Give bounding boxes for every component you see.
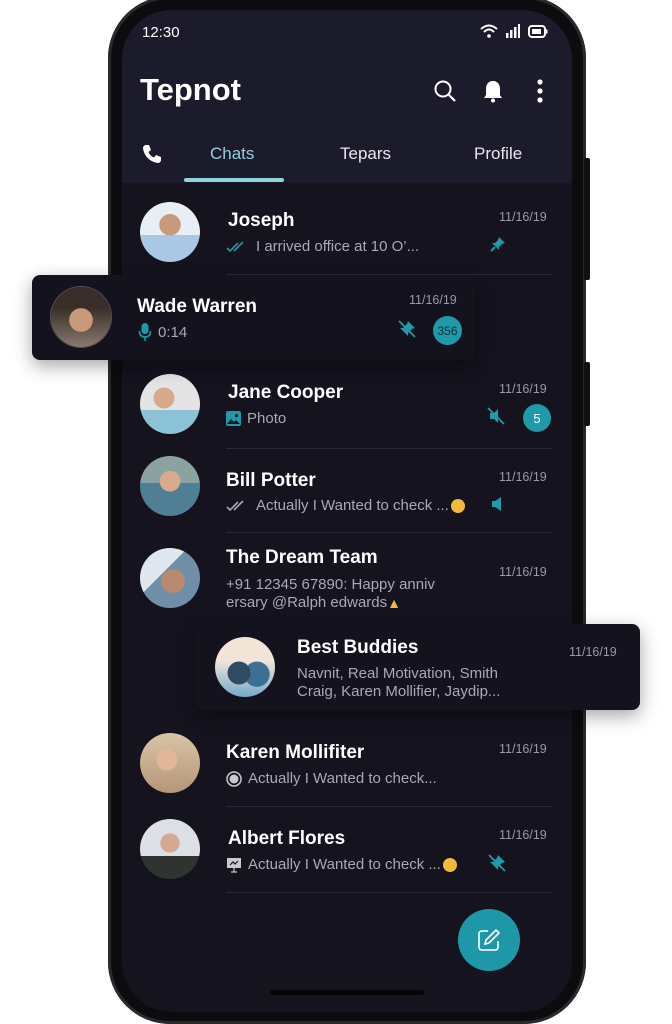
chat-row-joseph[interactable]: Joseph I arrived office at 10 O’... 11/1… <box>122 190 572 276</box>
search-icon <box>434 80 456 102</box>
chat-date: 11/16/19 <box>499 828 547 842</box>
chat-preview: Actually I Wanted to check ... <box>226 497 465 514</box>
chat-message: Actually I Wanted to check... <box>248 770 437 787</box>
chat-preview: 0:14 <box>138 322 187 342</box>
chat-message: Actually I Wanted to check ... <box>256 497 449 514</box>
chat-date: 11/16/19 <box>499 742 547 756</box>
side-button-volume <box>584 158 590 280</box>
image-icon <box>226 411 241 426</box>
chat-date: 11/16/19 <box>499 470 547 484</box>
mute-icon <box>487 407 505 425</box>
signal-icon <box>506 24 520 38</box>
unpin-icon <box>398 320 416 338</box>
speaker-icon <box>492 497 501 511</box>
thumbs-up-emoji: ▲ <box>387 594 401 611</box>
chat-preview: Photo <box>226 410 286 427</box>
active-tab-indicator <box>184 178 284 182</box>
chat-row-bill-potter[interactable]: Bill Potter Actually I Wanted to check .… <box>122 450 572 536</box>
avatar <box>140 548 200 608</box>
wifi-icon <box>480 24 498 38</box>
avatar <box>140 819 200 879</box>
smile-emoji <box>442 857 457 872</box>
chat-message: I arrived office at 10 O’... <box>256 238 420 255</box>
double-check-icon <box>226 240 244 252</box>
chat-date: 11/16/19 <box>499 382 547 396</box>
chat-row-the-dream-team[interactable]: The Dream Team +91 12345 67890: Happy an… <box>122 535 572 627</box>
chat-name: Wade Warren <box>137 296 258 317</box>
notifications-button[interactable] <box>480 78 506 104</box>
chat-message: 0:14 <box>158 323 188 341</box>
chat-date: 11/16/19 <box>499 210 547 224</box>
chat-preview-line2: Craig, Karen Mollifier, Jaydip... <box>297 683 501 700</box>
chat-date: 11/16/19 <box>569 645 617 659</box>
chat-name: Best Buddies <box>297 637 419 658</box>
pin-icon <box>490 237 505 252</box>
divider <box>226 892 552 893</box>
smile-emoji <box>450 498 465 513</box>
live-location-icon <box>226 770 242 787</box>
chat-row-jane-cooper[interactable]: Jane Cooper Photo 11/16/19 5 <box>122 362 572 449</box>
chat-name: The Dream Team <box>226 547 378 568</box>
avatar <box>215 637 275 697</box>
chat-preview: I arrived office at 10 O’... <box>226 238 419 255</box>
home-indicator <box>270 990 424 995</box>
bell-icon <box>484 81 502 103</box>
side-button-power <box>584 362 590 426</box>
presentation-icon <box>227 857 241 873</box>
more-vertical-icon <box>537 79 543 103</box>
app-header: 12:30 Tepnot Chats Tepars Profile <box>122 10 572 183</box>
phone-icon <box>143 145 161 163</box>
chat-preview: Actually I Wanted to check... <box>226 770 437 787</box>
compose-icon <box>478 928 501 951</box>
unread-badge: 5 <box>523 404 551 432</box>
chat-preview: Actually I Wanted to check ... <box>226 856 457 873</box>
divider <box>226 448 552 449</box>
avatar <box>140 202 200 262</box>
chat-row-albert-flores[interactable]: Albert Flores Actually I Wanted to check… <box>122 806 572 893</box>
avatar <box>140 456 200 516</box>
unpin-icon <box>488 854 506 872</box>
avatar <box>140 374 200 434</box>
tab-chats[interactable]: Chats <box>210 144 254 164</box>
more-options-button[interactable] <box>527 78 553 104</box>
chat-date: 11/16/19 <box>409 293 457 307</box>
divider <box>226 532 552 533</box>
chat-preview-line2: ersary @Ralph edwards ▲ <box>226 594 401 611</box>
chat-preview-line1: Navnit, Real Motivation, Smith <box>297 665 498 682</box>
chat-message: ersary @Ralph edwards <box>226 594 388 611</box>
calls-tab[interactable] <box>142 144 162 169</box>
chat-name: Joseph <box>228 210 295 231</box>
avatar <box>140 733 200 793</box>
chat-message: Photo <box>247 410 287 427</box>
battery-icon <box>528 24 548 38</box>
chat-name: Karen Mollifiter <box>226 742 365 763</box>
tab-profile[interactable]: Profile <box>474 144 522 164</box>
search-button[interactable] <box>432 78 458 104</box>
status-time: 12:30 <box>142 24 180 41</box>
chat-date: 11/16/19 <box>499 565 547 579</box>
chat-name: Albert Flores <box>228 828 346 849</box>
chat-message: Actually I Wanted to check ... <box>248 856 441 873</box>
tab-tepars[interactable]: Tepars <box>340 144 391 164</box>
chat-name: Jane Cooper <box>228 382 344 403</box>
chat-row-karen-mollifiter[interactable]: Karen Mollifiter Actually I Wanted to ch… <box>122 720 572 807</box>
app-title: Tepnot <box>140 72 242 107</box>
unread-badge: 356 <box>433 316 462 345</box>
status-icons <box>480 24 548 38</box>
screen: 12:30 Tepnot Chats Tepars Profile Joseph… <box>122 10 572 1012</box>
chat-preview-line1: +91 12345 67890: Happy anniv <box>226 576 435 593</box>
chat-name: Bill Potter <box>226 470 316 491</box>
microphone-icon <box>138 323 152 341</box>
double-check-icon <box>226 499 244 511</box>
chat-row-wade-warren[interactable]: Wade Warren 0:14 11/16/19 356 <box>32 275 475 360</box>
chat-row-best-buddies[interactable]: Best Buddies Navnit, Real Motivation, Sm… <box>196 624 640 710</box>
tab-bar: Chats Tepars Profile <box>122 138 572 183</box>
avatar <box>51 287 111 347</box>
new-chat-button[interactable] <box>458 909 520 971</box>
